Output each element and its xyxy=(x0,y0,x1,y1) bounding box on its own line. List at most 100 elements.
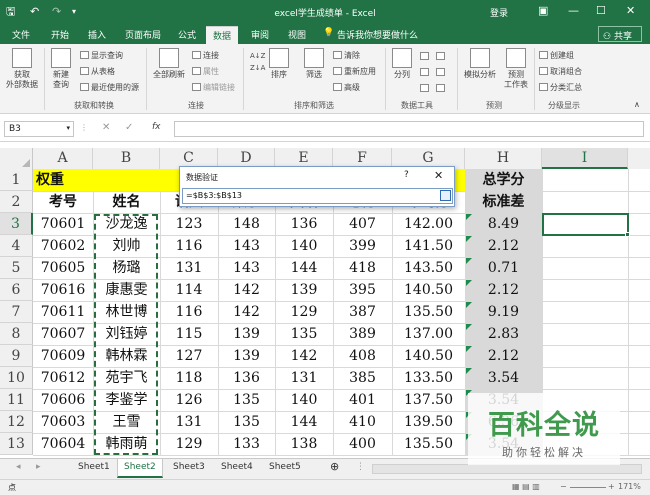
sheet-tab-sheet4[interactable]: Sheet4 xyxy=(221,462,253,472)
flash-fill-icon[interactable] xyxy=(420,52,431,61)
cell-g7[interactable]: 135.50 xyxy=(392,301,465,323)
cell-d7[interactable]: 142 xyxy=(218,301,275,323)
cell-f10[interactable]: 385 xyxy=(333,367,392,389)
zoom-out-icon[interactable]: − xyxy=(560,482,567,491)
cell-e8[interactable]: 135 xyxy=(275,323,333,345)
close-icon[interactable]: ✕ xyxy=(434,169,443,182)
cell-h10[interactable]: 3.54 xyxy=(465,367,542,389)
cell-a5[interactable]: 70605 xyxy=(33,257,93,279)
what-if-button[interactable]: 模拟分析 xyxy=(461,48,499,80)
cell-a11[interactable]: 70606 xyxy=(33,389,93,411)
row-header-8[interactable]: 8 xyxy=(0,323,33,345)
cell-f7[interactable]: 387 xyxy=(333,301,392,323)
row-header-2[interactable]: 2 xyxy=(0,191,33,213)
ribbon-options-icon[interactable]: ▣ xyxy=(538,4,548,17)
row-header-13[interactable]: 13 xyxy=(0,433,33,455)
minimize-icon[interactable]: — xyxy=(568,4,579,17)
drag-handle-icon[interactable]: ⋮ xyxy=(80,123,88,132)
maximize-icon[interactable]: ☐ xyxy=(596,4,606,17)
cell-b2[interactable]: 姓名 xyxy=(93,191,160,213)
cell-h2[interactable]: 标准差 xyxy=(465,191,542,213)
cell-g4[interactable]: 141.50 xyxy=(392,235,465,257)
cell-a2[interactable]: 考号 xyxy=(33,191,93,213)
column-header-b[interactable]: B xyxy=(93,148,160,169)
cell-f3[interactable]: 407 xyxy=(333,213,392,235)
from-table-button[interactable]: 从表格 xyxy=(80,66,115,77)
cell-g5[interactable]: 143.50 xyxy=(392,257,465,279)
cell-a13[interactable]: 70604 xyxy=(33,433,93,455)
cell-e7[interactable]: 129 xyxy=(275,301,333,323)
expand-dialog-icon[interactable] xyxy=(440,190,451,201)
cell-a8[interactable]: 70607 xyxy=(33,323,93,345)
cell-f5[interactable]: 418 xyxy=(333,257,392,279)
cell-c6[interactable]: 114 xyxy=(160,279,218,301)
view-buttons-icon[interactable]: ▦ ▤ ▥ xyxy=(512,482,540,491)
column-header-a[interactable]: A xyxy=(33,148,93,169)
tab-view[interactable]: 视图 xyxy=(288,28,306,41)
group-button[interactable]: 创建组 xyxy=(539,50,574,61)
filter-button[interactable]: 筛选 xyxy=(299,48,329,80)
cell-a10[interactable]: 70612 xyxy=(33,367,93,389)
cell-d3[interactable]: 148 xyxy=(218,213,275,235)
cell-c13[interactable]: 129 xyxy=(160,433,218,455)
cell-e6[interactable]: 139 xyxy=(275,279,333,301)
cell-g12[interactable]: 139.50 xyxy=(392,411,465,433)
name-box[interactable]: B3 ▾ xyxy=(4,121,74,137)
clear-button[interactable]: 清除 xyxy=(333,50,360,61)
cell-h4[interactable]: 2.12 xyxy=(465,235,542,257)
cell-a12[interactable]: 70603 xyxy=(33,411,93,433)
cell-a7[interactable]: 70611 xyxy=(33,301,93,323)
cell-h6[interactable]: 2.12 xyxy=(465,279,542,301)
cell-h8[interactable]: 2.83 xyxy=(465,323,542,345)
row-header-5[interactable]: 5 xyxy=(0,257,33,279)
cell-h5[interactable]: 0.71 xyxy=(465,257,542,279)
row-header-9[interactable]: 9 xyxy=(0,345,33,367)
cell-d8[interactable]: 139 xyxy=(218,323,275,345)
get-external-data-button[interactable]: 获取 外部数据 xyxy=(2,48,42,90)
sheet-tab-sheet3[interactable]: Sheet3 xyxy=(173,462,205,472)
cell-d6[interactable]: 142 xyxy=(218,279,275,301)
new-query-button[interactable]: 新建 查询 xyxy=(46,48,76,90)
tab-page-layout[interactable]: 页面布局 xyxy=(125,28,161,41)
tab-home[interactable]: 开始 xyxy=(51,28,69,41)
cell-f6[interactable]: 395 xyxy=(333,279,392,301)
cell-g6[interactable]: 140.50 xyxy=(392,279,465,301)
cell-d12[interactable]: 135 xyxy=(218,411,275,433)
row-header-1[interactable]: 1 xyxy=(0,169,33,191)
row-header-10[interactable]: 10 xyxy=(0,367,33,389)
cell-c12[interactable]: 131 xyxy=(160,411,218,433)
sort-az-button[interactable]: A↓Z Z↓A xyxy=(250,50,265,74)
cell-c10[interactable]: 118 xyxy=(160,367,218,389)
active-cell-i3[interactable] xyxy=(542,213,629,236)
collapse-ribbon-icon[interactable]: ∧ xyxy=(634,100,640,109)
tab-review[interactable]: 审阅 xyxy=(251,28,269,41)
column-header-j[interactable] xyxy=(628,148,650,169)
tab-data[interactable]: 数据 xyxy=(206,26,239,44)
tell-me-search[interactable]: 告诉我你想要做什么 xyxy=(337,28,418,41)
tab-insert[interactable]: 插入 xyxy=(88,28,106,41)
advanced-button[interactable]: 高级 xyxy=(333,82,360,93)
cell-g8[interactable]: 137.00 xyxy=(392,323,465,345)
refresh-all-button[interactable]: 全部刷新 xyxy=(150,48,188,80)
zoom-in-icon[interactable]: + xyxy=(608,482,615,491)
help-icon[interactable]: ? xyxy=(404,170,409,180)
cell-e5[interactable]: 144 xyxy=(275,257,333,279)
row-header-4[interactable]: 4 xyxy=(0,235,33,257)
scroll-left-icon[interactable]: ◂ xyxy=(16,462,21,472)
remove-duplicates-icon[interactable] xyxy=(420,68,431,77)
edit-links-button[interactable]: 编辑链接 xyxy=(192,82,235,93)
cell-c4[interactable]: 116 xyxy=(160,235,218,257)
cell-d10[interactable]: 136 xyxy=(218,367,275,389)
cell-c5[interactable]: 131 xyxy=(160,257,218,279)
cell-e9[interactable]: 142 xyxy=(275,345,333,367)
data-validation-icon[interactable] xyxy=(420,84,431,93)
scroll-right-icon[interactable]: ▸ xyxy=(36,462,41,472)
cell-g3[interactable]: 142.00 xyxy=(392,213,465,235)
row-header-3[interactable]: 3 xyxy=(0,213,33,235)
cell-g13[interactable]: 135.50 xyxy=(392,433,465,455)
cell-d5[interactable]: 143 xyxy=(218,257,275,279)
cell-e3[interactable]: 136 xyxy=(275,213,333,235)
cancel-icon[interactable]: ✕ xyxy=(102,122,110,133)
cell-a1[interactable]: 权重 xyxy=(33,169,153,191)
cell-h1[interactable]: 总学分 xyxy=(465,169,542,191)
